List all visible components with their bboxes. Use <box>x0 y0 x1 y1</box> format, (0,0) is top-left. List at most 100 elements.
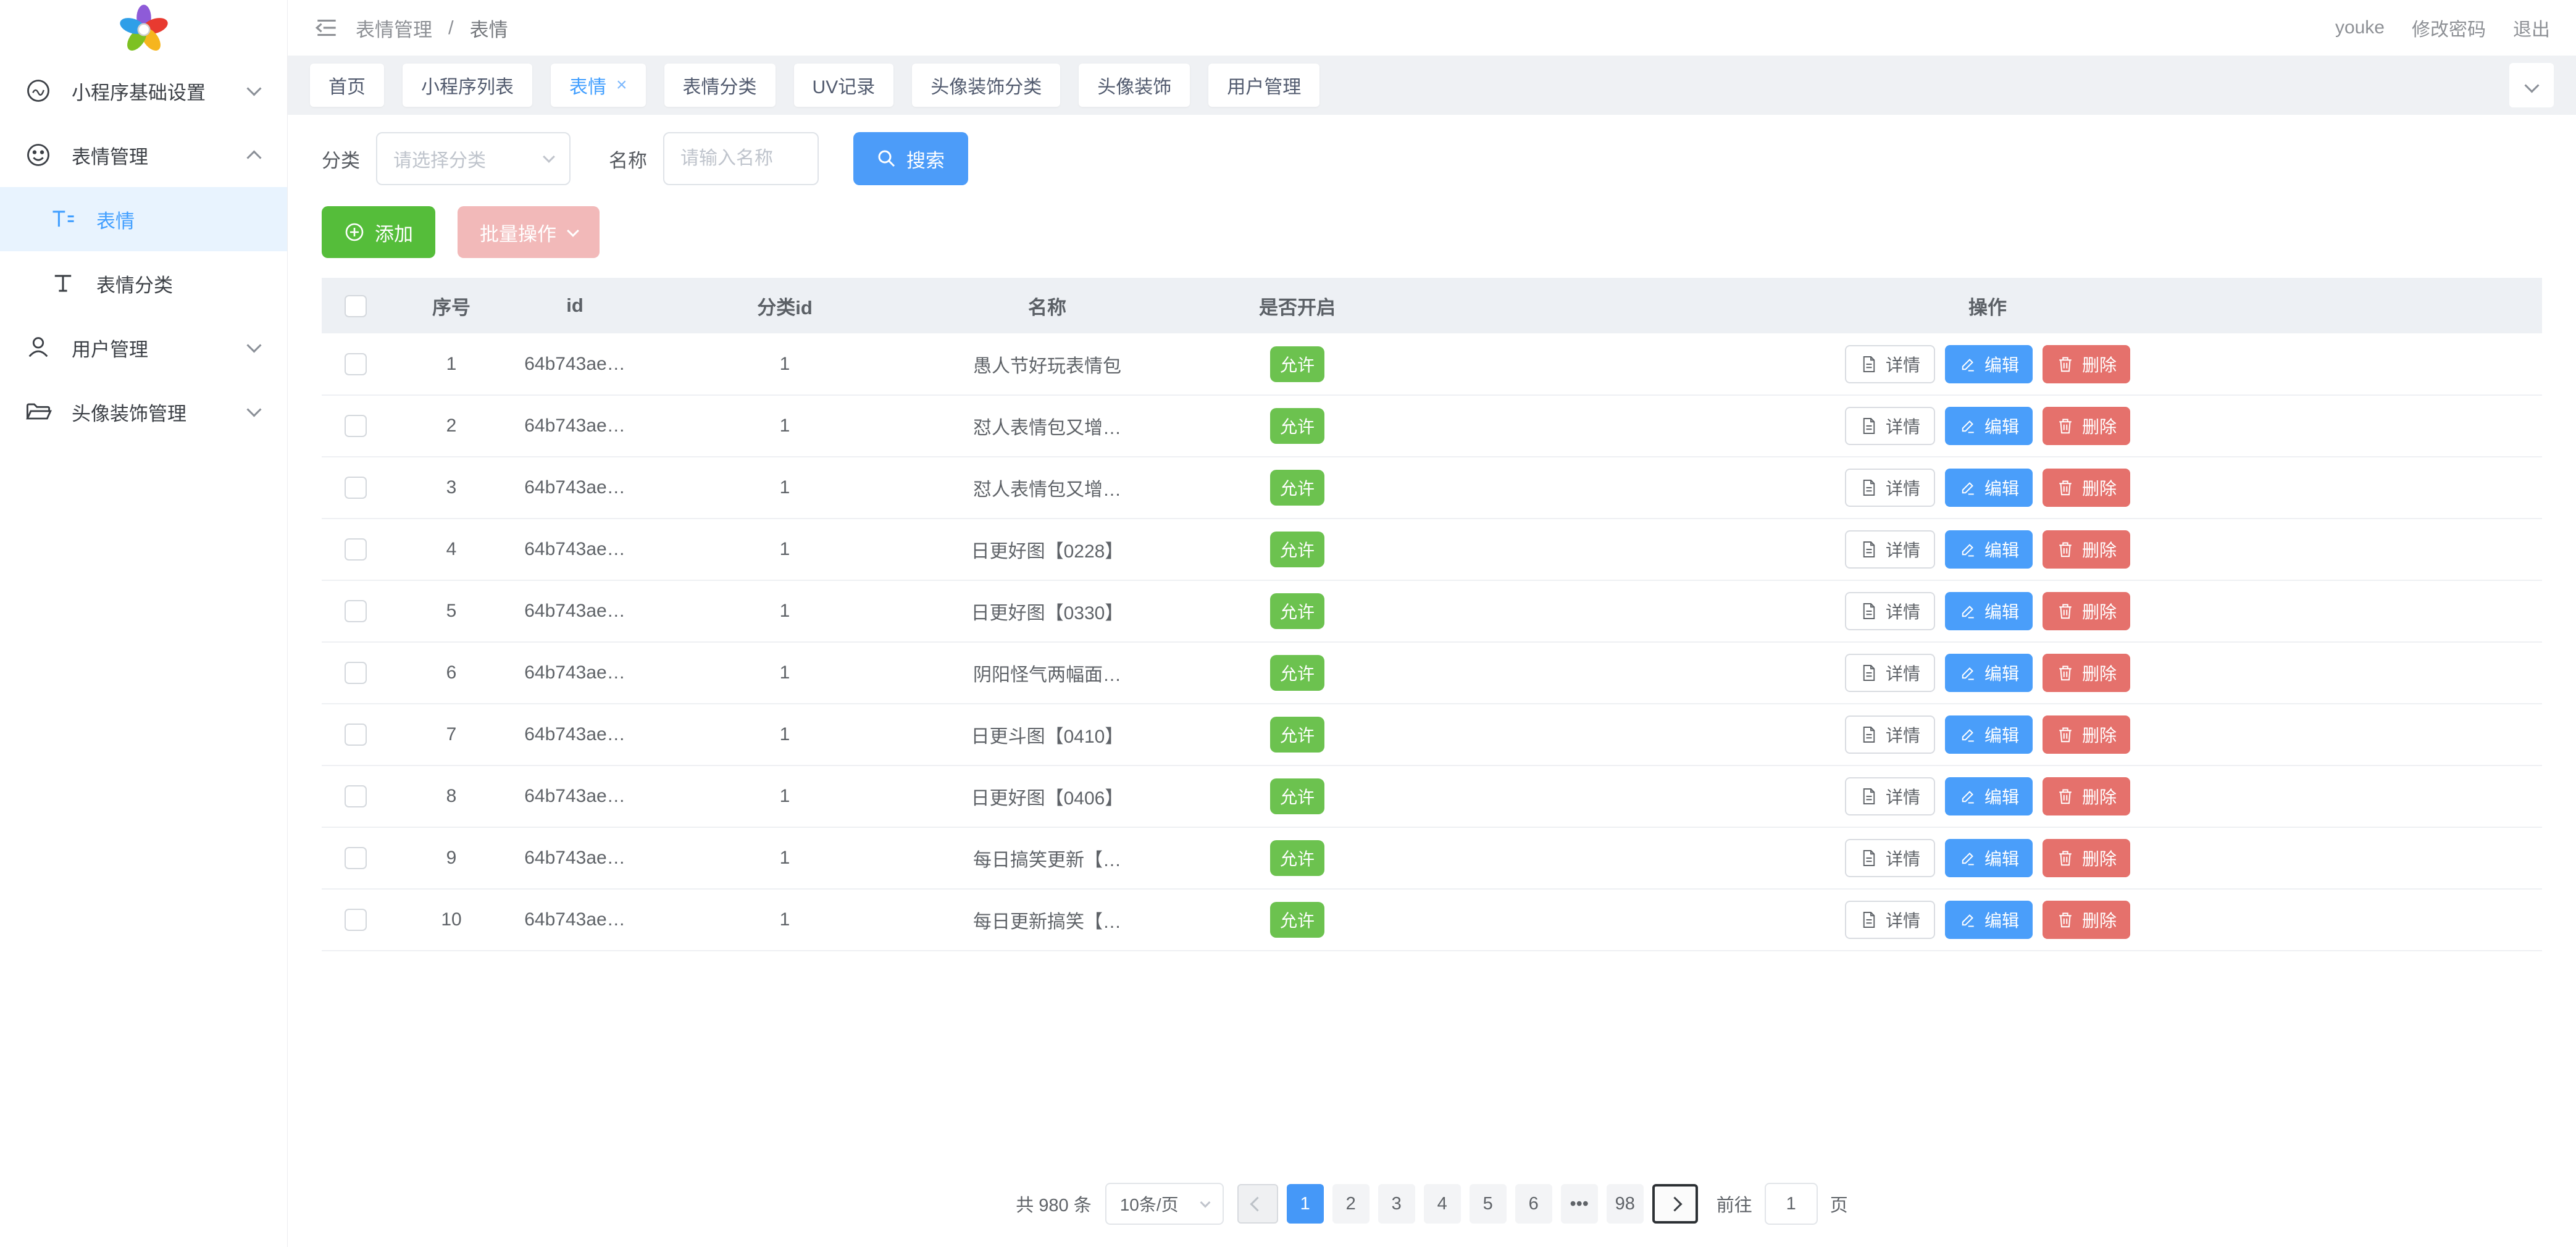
row-id: 64b743ae… <box>513 580 637 642</box>
edit-button-label: 编辑 <box>1984 414 2019 438</box>
batch-operations-button[interactable]: 批量操作 <box>458 206 600 258</box>
category-select[interactable]: 请选择分类 <box>376 132 571 185</box>
status-badge[interactable]: 允许 <box>1270 532 1324 567</box>
detail-button[interactable]: 详情 <box>1845 839 1935 877</box>
detail-button[interactable]: 详情 <box>1845 592 1935 630</box>
detail-button[interactable]: 详情 <box>1845 654 1935 692</box>
tab-user-management[interactable]: 用户管理 <box>1208 64 1319 107</box>
edit-button[interactable]: 编辑 <box>1945 345 2033 383</box>
detail-button[interactable]: 详情 <box>1845 345 1935 383</box>
table-row: 8 64b743ae… 1 日更好图【0406】 允许 <box>322 765 2542 827</box>
delete-button[interactable]: 删除 <box>2043 530 2130 569</box>
tab-label: 头像装饰分类 <box>930 72 1042 99</box>
delete-button[interactable]: 删除 <box>2043 345 2130 383</box>
tab-uv-records[interactable]: UV记录 <box>794 64 894 107</box>
sidebar-item-label: 表情 <box>96 206 135 233</box>
tab-miniapp-list[interactable]: 小程序列表 <box>403 64 532 107</box>
row-checkbox[interactable] <box>345 415 367 437</box>
sidebar-item-avatar-decoration-management[interactable]: 头像装饰管理 <box>0 380 287 444</box>
row-checkbox[interactable] <box>345 600 367 622</box>
status-badge[interactable]: 允许 <box>1270 593 1324 629</box>
status-badge[interactable]: 允许 <box>1270 778 1324 814</box>
sidebar-item-emoji-category[interactable]: 表情分类 <box>0 251 287 315</box>
sidebar-item-emoji-management[interactable]: 表情管理 <box>0 123 287 187</box>
status-badge[interactable]: 允许 <box>1270 840 1324 876</box>
delete-button[interactable]: 删除 <box>2043 839 2130 877</box>
page-number-button[interactable]: 4 <box>1424 1184 1461 1224</box>
page-number-button[interactable]: 1 <box>1287 1184 1324 1224</box>
status-badge[interactable]: 允许 <box>1270 717 1324 753</box>
row-checkbox[interactable] <box>345 353 367 375</box>
sidebar-item-miniapp-settings[interactable]: 小程序基础设置 <box>0 59 287 123</box>
delete-button[interactable]: 删除 <box>2043 654 2130 692</box>
page-size-select[interactable]: 10条/页 <box>1105 1183 1224 1225</box>
goto-page-input[interactable] <box>1765 1183 1818 1225</box>
tab-emoji[interactable]: 表情 × <box>551 64 646 107</box>
tab-emoji-category[interactable]: 表情分类 <box>664 64 776 107</box>
logout-link[interactable]: 退出 <box>2513 14 2550 41</box>
page-number-button[interactable]: 5 <box>1470 1184 1507 1224</box>
sidebar-item-emoji[interactable]: 表情 <box>0 187 287 251</box>
tab-avatar-decoration[interactable]: 头像装饰 <box>1079 64 1190 107</box>
detail-button-label: 详情 <box>1886 352 1920 377</box>
page-number-button[interactable]: 2 <box>1332 1184 1370 1224</box>
edit-button[interactable]: 编辑 <box>1945 592 2033 630</box>
page-number-button[interactable]: ••• <box>1561 1184 1598 1224</box>
delete-button[interactable]: 删除 <box>2043 901 2130 939</box>
add-button[interactable]: 添加 <box>322 206 435 258</box>
row-checkbox[interactable] <box>345 847 367 869</box>
status-badge[interactable]: 允许 <box>1270 346 1324 382</box>
breadcrumb-section[interactable]: 表情管理 <box>356 14 432 42</box>
next-page-button[interactable] <box>1652 1184 1698 1224</box>
delete-button[interactable]: 删除 <box>2043 469 2130 507</box>
row-checkbox-cell <box>322 704 390 765</box>
row-checkbox[interactable] <box>345 662 367 684</box>
delete-button[interactable]: 删除 <box>2043 592 2130 630</box>
search-button[interactable]: 搜索 <box>853 132 968 185</box>
pagination: 共 980 条 10条/页 123456•••98 <box>322 1183 2542 1228</box>
detail-button[interactable]: 详情 <box>1845 901 1935 939</box>
edit-button[interactable]: 编辑 <box>1945 901 2033 939</box>
detail-button[interactable]: 详情 <box>1845 715 1935 754</box>
status-badge[interactable]: 允许 <box>1270 655 1324 691</box>
close-tab-icon[interactable]: × <box>616 76 627 94</box>
delete-button[interactable]: 删除 <box>2043 777 2130 815</box>
page-number-button[interactable]: 6 <box>1515 1184 1552 1224</box>
tab-avatar-decoration-category[interactable]: 头像装饰分类 <box>912 64 1060 107</box>
tab-list-dropdown-button[interactable] <box>2509 63 2554 107</box>
row-actions-cell: 详情 编辑 <box>1433 580 2542 642</box>
row-checkbox[interactable] <box>345 909 367 931</box>
edit-button[interactable]: 编辑 <box>1945 469 2033 507</box>
status-badge[interactable]: 允许 <box>1270 902 1324 938</box>
delete-button[interactable]: 删除 <box>2043 715 2130 754</box>
row-checkbox[interactable] <box>345 477 367 499</box>
trash-icon <box>2056 478 2075 497</box>
row-checkbox[interactable] <box>345 785 367 807</box>
collapse-sidebar-icon[interactable] <box>314 15 340 41</box>
edit-button[interactable]: 编辑 <box>1945 839 2033 877</box>
tab-home[interactable]: 首页 <box>310 64 384 107</box>
page-number-button[interactable]: 3 <box>1378 1184 1415 1224</box>
edit-button[interactable]: 编辑 <box>1945 407 2033 445</box>
detail-button[interactable]: 详情 <box>1845 530 1935 569</box>
row-checkbox[interactable] <box>345 538 367 561</box>
status-badge[interactable]: 允许 <box>1270 470 1324 506</box>
name-filter-input[interactable] <box>663 132 819 185</box>
previous-page-button[interactable] <box>1237 1184 1278 1224</box>
status-badge[interactable]: 允许 <box>1270 408 1324 444</box>
row-category-id: 1 <box>637 765 933 827</box>
edit-button[interactable]: 编辑 <box>1945 530 2033 569</box>
row-seq: 5 <box>390 580 513 642</box>
edit-button[interactable]: 编辑 <box>1945 715 2033 754</box>
page-number-button[interactable]: 98 <box>1607 1184 1644 1224</box>
detail-button[interactable]: 详情 <box>1845 407 1935 445</box>
delete-button[interactable]: 删除 <box>2043 407 2130 445</box>
edit-button[interactable]: 编辑 <box>1945 654 2033 692</box>
sidebar-item-user-management[interactable]: 用户管理 <box>0 315 287 380</box>
detail-button[interactable]: 详情 <box>1845 777 1935 815</box>
select-all-checkbox[interactable] <box>345 295 367 317</box>
edit-button[interactable]: 编辑 <box>1945 777 2033 815</box>
detail-button[interactable]: 详情 <box>1845 469 1935 507</box>
change-password-link[interactable]: 修改密码 <box>2412 14 2486 41</box>
row-checkbox[interactable] <box>345 724 367 746</box>
